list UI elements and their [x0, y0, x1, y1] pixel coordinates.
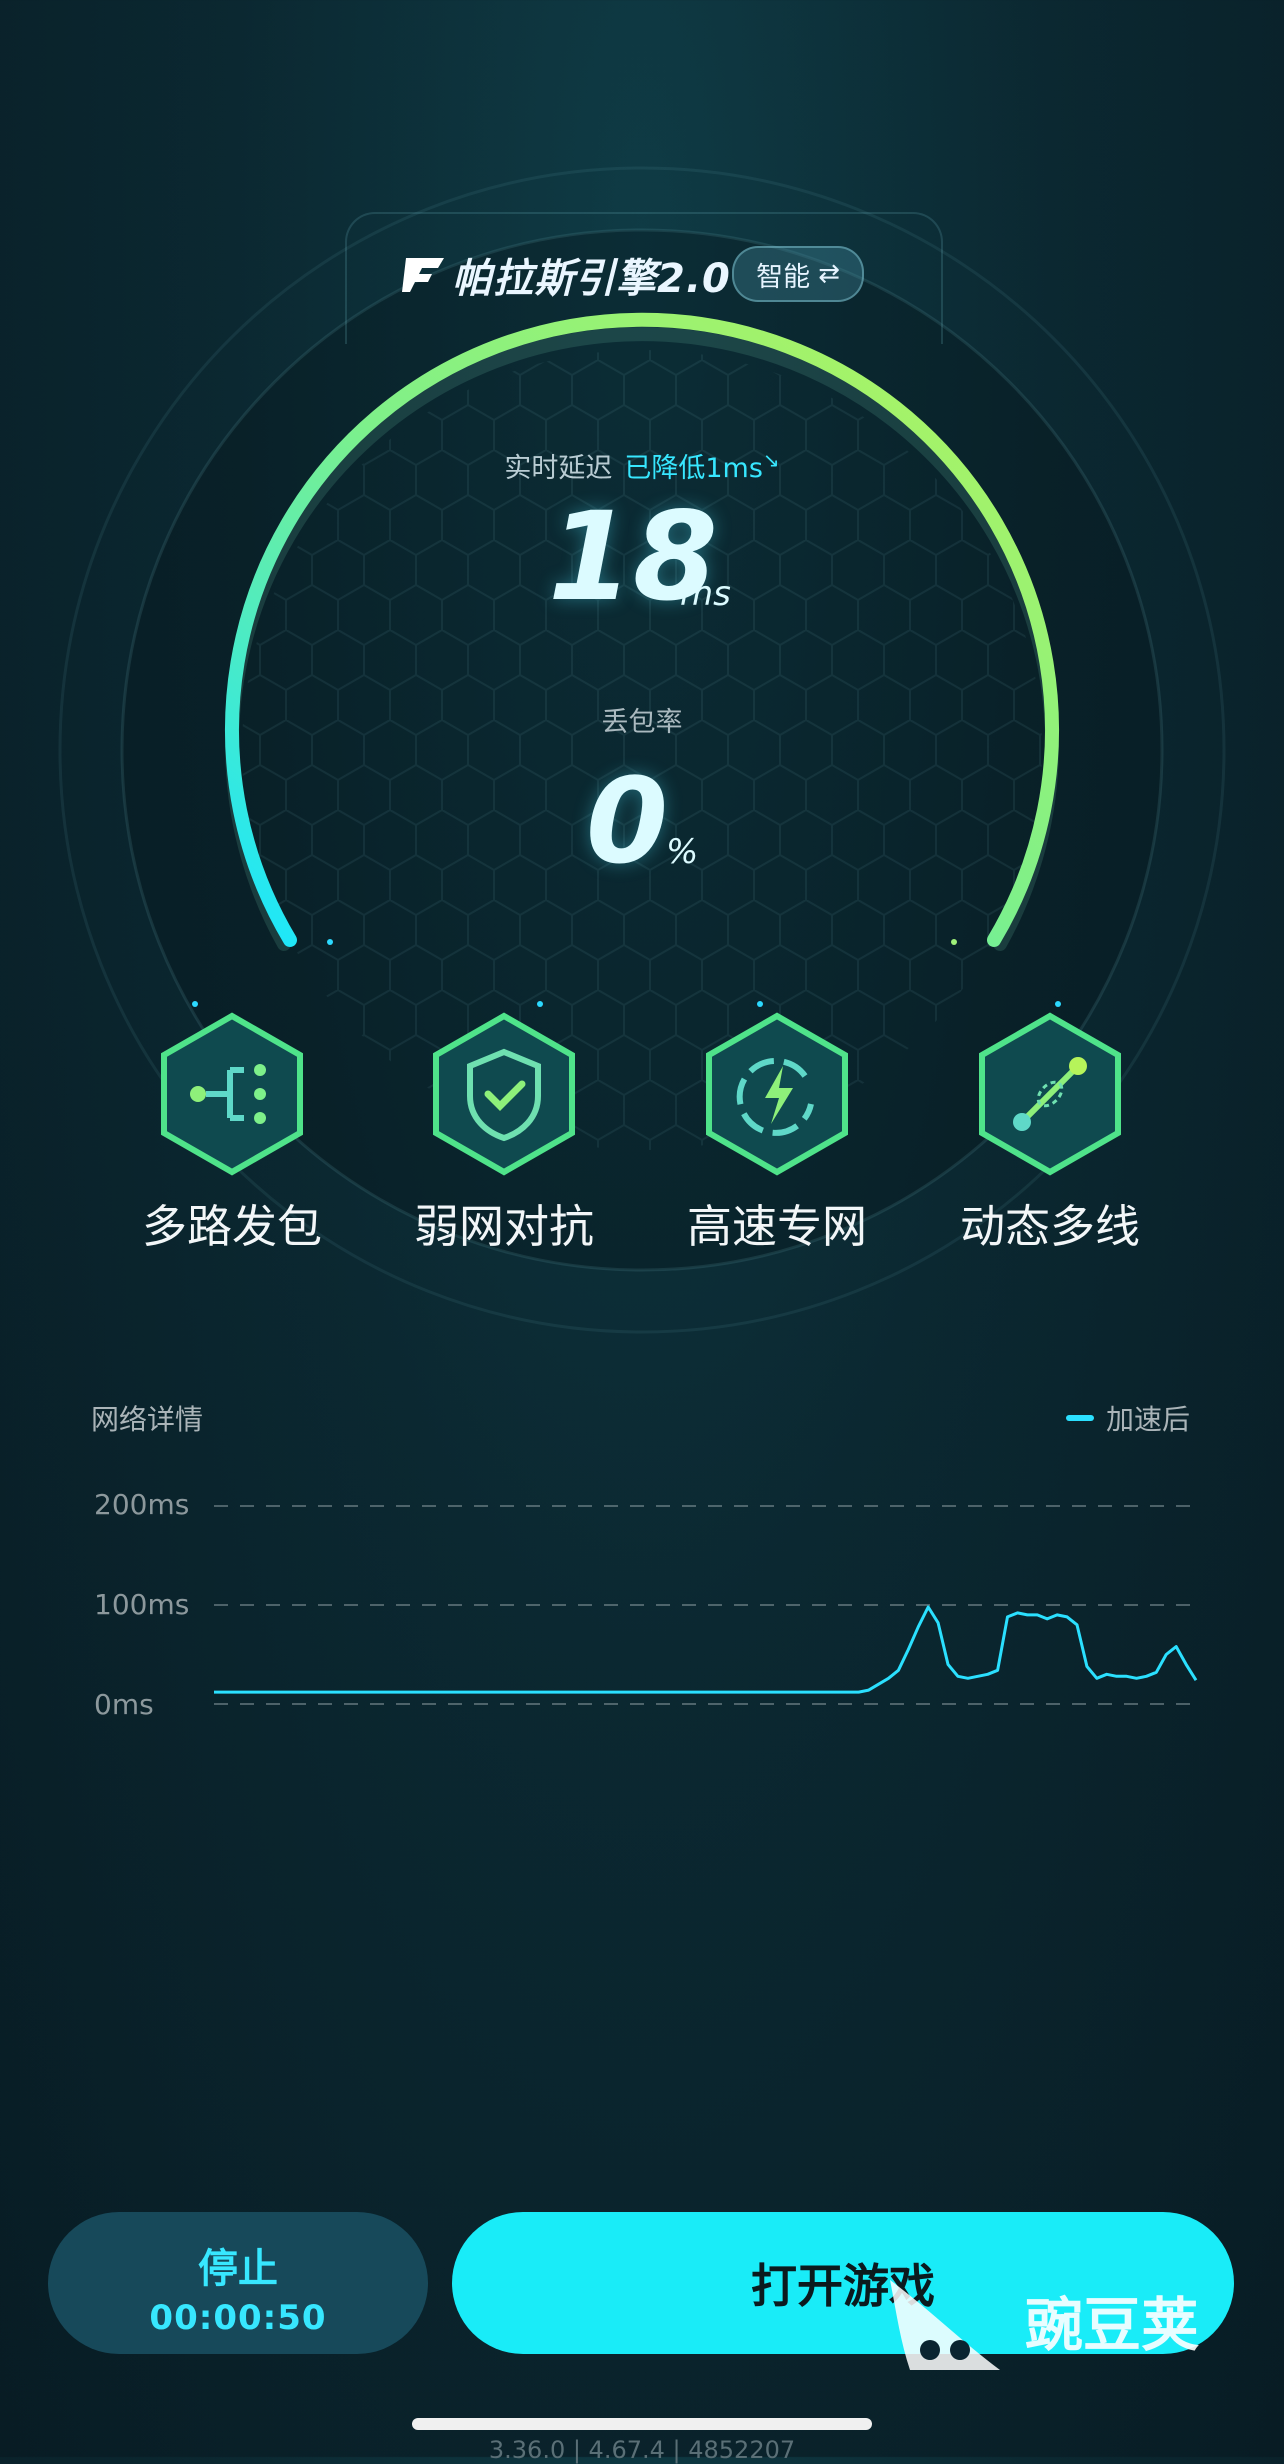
engine-logo-icon — [402, 258, 444, 292]
trend-down-icon: ↘ — [762, 448, 780, 472]
link-line-icon — [979, 1012, 1121, 1176]
chart-legend: 加速后 — [1066, 1398, 1190, 1438]
latency-label: 实时延迟 — [504, 453, 613, 484]
legend-swatch — [1066, 1415, 1094, 1421]
feature-multipath[interactable] — [142, 1004, 322, 1184]
stop-label: 停止 — [198, 2246, 278, 2292]
feature-dynamic-multiline[interactable] — [960, 1004, 1140, 1184]
stop-button[interactable]: 停止 00:00:50 — [48, 2212, 428, 2354]
mode-chip-label: 智能 — [756, 261, 811, 293]
feature-high-speed[interactable] — [687, 1004, 867, 1184]
multipath-icon — [161, 1012, 303, 1176]
packet-loss-label: 丢包率 — [601, 707, 683, 738]
stop-timer: 00:00:50 — [149, 2298, 327, 2338]
home-indicator[interactable] — [412, 2418, 872, 2430]
feature-weak-network-label: 弱网对抗 — [413, 1200, 594, 1253]
feature-weak-network[interactable] — [414, 1004, 594, 1184]
latency-reduction: 已降低1ms — [624, 453, 763, 484]
version-text: 3.36.0 | 4.67.4 | 4852207 — [488, 2436, 796, 2464]
watermark-logo-icon — [890, 2280, 1000, 2370]
lightning-icon — [706, 1012, 848, 1176]
network-details-title: 网络详情 — [91, 1403, 204, 1436]
engine-title: 帕拉斯引擎2.0 — [452, 256, 731, 302]
latency-label-row: 实时延迟 已降低1ms↘ — [0, 446, 1284, 485]
latency-unit: ms — [680, 574, 731, 614]
feature-multipath-label: 多路发包 — [141, 1200, 322, 1253]
feature-dynamic-multiline-label: 动态多线 — [959, 1200, 1140, 1253]
smart-mode-switch[interactable]: 智能 ⇄ — [732, 246, 864, 302]
latency-line-chart — [214, 1505, 1198, 1705]
feature-high-speed-label: 高速专网 — [686, 1200, 867, 1253]
shield-check-icon — [433, 1012, 575, 1176]
legend-label: 加速后 — [1106, 1403, 1191, 1436]
swap-arrows-icon: ⇄ — [818, 259, 840, 289]
packet-loss-value: 0 — [586, 752, 669, 890]
watermark-text: 豌豆荚 — [1025, 2291, 1200, 2359]
packet-loss-unit: % — [666, 832, 699, 872]
series-line-0 — [214, 1605, 1198, 1694]
